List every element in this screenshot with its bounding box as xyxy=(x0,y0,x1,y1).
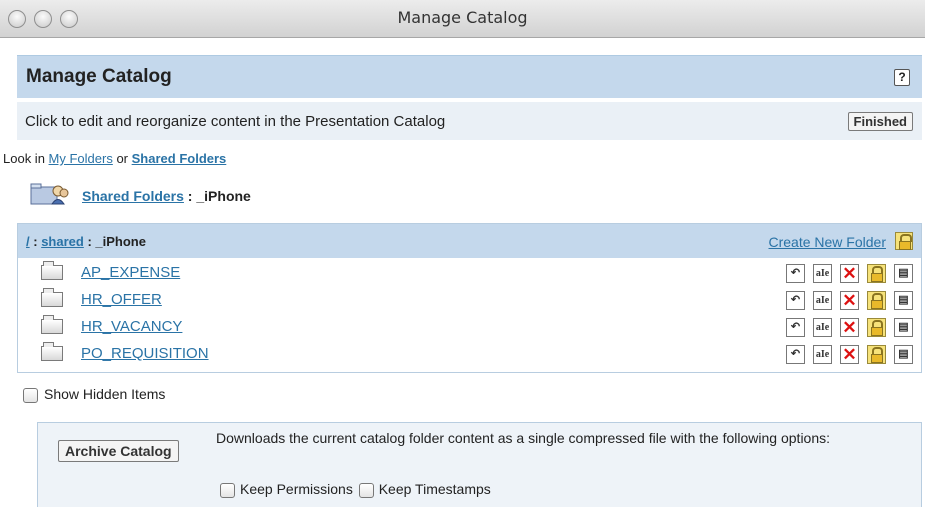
folder-icon xyxy=(41,261,63,280)
list-item: HR_OFFER ↶ aIe ✕ ▤ xyxy=(18,288,921,316)
list-item: AP_EXPENSE ↶ aIe ✕ ▤ xyxy=(18,261,921,289)
delete-icon[interactable]: ✕ xyxy=(840,318,859,337)
window-titlebar: Manage Catalog xyxy=(0,0,925,38)
window-title: Manage Catalog xyxy=(397,8,528,27)
properties-icon[interactable]: ▤ xyxy=(894,264,913,283)
finished-button[interactable]: Finished xyxy=(847,112,913,131)
folder-list-panel: / : shared : _iPhone Create New Folder A… xyxy=(17,223,922,373)
permissions-lock-icon[interactable] xyxy=(867,291,886,310)
path-current-folder: _iPhone xyxy=(95,234,146,249)
path-separator: : xyxy=(29,234,42,249)
folder-rows: AP_EXPENSE ↶ aIe ✕ ▤ HR_OFFER ↶ aIe ✕ ▤ HR_VAC… xyxy=(18,261,921,370)
list-item: PO_REQUISITION ↶ aIe ✕ ▤ xyxy=(18,342,921,370)
permissions-lock-icon[interactable] xyxy=(867,264,886,283)
open-folder-icon[interactable]: ↶ xyxy=(786,291,805,310)
archive-catalog-button[interactable]: Archive Catalog xyxy=(58,440,179,462)
folder-name-link[interactable]: PO_REQUISITION xyxy=(81,345,209,362)
open-folder-icon[interactable]: ↶ xyxy=(786,345,805,364)
look-in-line: Look in My Folders or Shared Folders xyxy=(3,151,226,166)
current-path: / : shared : _iPhone xyxy=(26,234,146,249)
path-shared-link[interactable]: shared xyxy=(41,234,84,249)
delete-icon[interactable]: ✕ xyxy=(840,264,859,283)
folder-name-link[interactable]: AP_EXPENSE xyxy=(81,264,180,281)
or-label: or xyxy=(112,151,132,166)
page-title: Manage Catalog xyxy=(26,66,172,87)
folder-name-link[interactable]: HR_VACANCY xyxy=(81,318,182,335)
open-folder-icon[interactable]: ↶ xyxy=(786,318,805,337)
folder-icon xyxy=(41,315,63,334)
rename-icon[interactable]: aIe xyxy=(813,318,832,337)
keep-permissions-checkbox[interactable] xyxy=(220,482,235,498)
folder-actions: ↶ aIe ✕ ▤ xyxy=(778,318,913,337)
shared-folders-link[interactable]: Shared Folders xyxy=(132,151,227,166)
properties-icon[interactable]: ▤ xyxy=(894,318,913,337)
properties-icon[interactable]: ▤ xyxy=(894,291,913,310)
archive-panel: Archive Catalog Downloads the current ca… xyxy=(37,422,922,507)
keep-timestamps-label: Keep Timestamps xyxy=(378,481,491,497)
keep-permissions-label: Keep Permissions xyxy=(240,481,353,497)
info-bar: Click to edit and reorganize content in … xyxy=(17,102,922,140)
delete-icon[interactable]: ✕ xyxy=(840,291,859,310)
my-folders-link[interactable]: My Folders xyxy=(49,151,113,166)
open-folder-icon[interactable]: ↶ xyxy=(786,264,805,283)
help-button[interactable]: ? xyxy=(894,69,910,86)
breadcrumb-separator: : xyxy=(183,188,197,204)
show-hidden-items-checkbox[interactable] xyxy=(23,387,38,403)
look-in-label: Look in xyxy=(3,151,49,166)
folder-name-link[interactable]: HR_OFFER xyxy=(81,291,162,308)
folder-permissions-lock-icon[interactable] xyxy=(895,232,913,250)
create-new-folder-link[interactable]: Create New Folder xyxy=(769,234,887,250)
folder-actions: ↶ aIe ✕ ▤ xyxy=(778,264,913,283)
path-separator: : xyxy=(83,234,96,249)
show-hidden-items-option: Show Hidden Items xyxy=(23,386,165,403)
properties-icon[interactable]: ▤ xyxy=(894,345,913,364)
rename-icon[interactable]: aIe xyxy=(813,264,832,283)
folder-icon xyxy=(41,288,63,307)
rename-icon[interactable]: aIe xyxy=(813,291,832,310)
archive-description: Downloads the current catalog folder con… xyxy=(216,430,831,446)
permissions-lock-icon[interactable] xyxy=(867,318,886,337)
keep-timestamps-checkbox[interactable] xyxy=(358,482,374,498)
permissions-lock-icon[interactable] xyxy=(867,345,886,364)
folder-list-header: / : shared : _iPhone Create New Folder xyxy=(18,224,921,258)
instruction-text: Click to edit and reorganize content in … xyxy=(25,113,446,130)
show-hidden-items-label: Show Hidden Items xyxy=(44,386,166,402)
breadcrumb-shared-folders-link[interactable]: Shared Folders xyxy=(82,188,184,204)
folder-actions: ↶ aIe ✕ ▤ xyxy=(778,345,913,364)
panel-header: Manage Catalog ? xyxy=(17,55,922,98)
archive-options: Keep Permissions Keep Timestamps xyxy=(220,481,491,498)
list-item: HR_VACANCY ↶ aIe ✕ ▤ xyxy=(18,315,921,343)
folder-icon xyxy=(41,342,63,361)
shared-folder-icon xyxy=(30,183,69,205)
rename-icon[interactable]: aIe xyxy=(813,345,832,364)
breadcrumb-current-folder: _iPhone xyxy=(196,188,251,204)
delete-icon[interactable]: ✕ xyxy=(840,345,859,364)
folder-actions: ↶ aIe ✕ ▤ xyxy=(778,291,913,310)
